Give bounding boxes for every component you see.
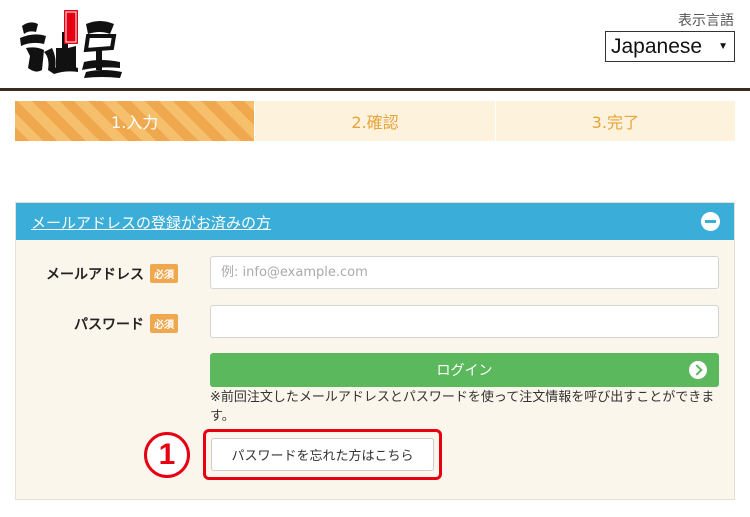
step-input: 1.入力 [15, 101, 256, 141]
email-label-row: メールアドレス 必須 [46, 264, 178, 284]
caret-down-icon: ▼ [718, 41, 728, 52]
password-label-row: パスワード 必須 [74, 314, 178, 334]
chevron-right-icon [689, 361, 707, 379]
password-label: パスワード [74, 317, 144, 333]
logo-icon[interactable] [16, 8, 128, 80]
password-required-badge: 必須 [150, 314, 178, 333]
language-label: 表示言語 [678, 13, 734, 29]
collapse-minus-icon[interactable] [701, 212, 720, 231]
login-button[interactable]: ログイン [210, 353, 719, 387]
login-note: ※前回注文したメールアドレスとパスワードを使って注文情報を呼び出すことができます… [210, 390, 715, 424]
email-required-badge: 必須 [150, 264, 178, 283]
login-button-label: ログイン [436, 363, 493, 379]
email-label: メールアドレス [46, 267, 144, 283]
registered-login-panel: メールアドレスの登録がお済みの方 メールアドレス必須 パスワード必須 ログイン … [15, 202, 735, 500]
site-header: 表示言語 Japanese ▼ [0, 0, 750, 88]
step-confirm: 2.確認 [255, 101, 496, 141]
header-divider [0, 88, 750, 91]
forgot-password-button[interactable]: パスワードを忘れた方はこちら [211, 438, 434, 471]
language-select[interactable]: Japanese ▼ [605, 31, 735, 62]
language-select-value: Japanese [611, 35, 703, 58]
annotation-number-badge: 1 [144, 432, 190, 478]
checkout-steps: 1.入力 2.確認 3.完了 [15, 101, 735, 141]
step-complete: 3.完了 [495, 101, 735, 141]
password-input[interactable] [210, 305, 719, 338]
email-input[interactable] [210, 256, 719, 289]
panel-title[interactable]: メールアドレスの登録がお済みの方 [31, 212, 271, 233]
panel-header[interactable]: メールアドレスの登録がお済みの方 [16, 203, 734, 240]
